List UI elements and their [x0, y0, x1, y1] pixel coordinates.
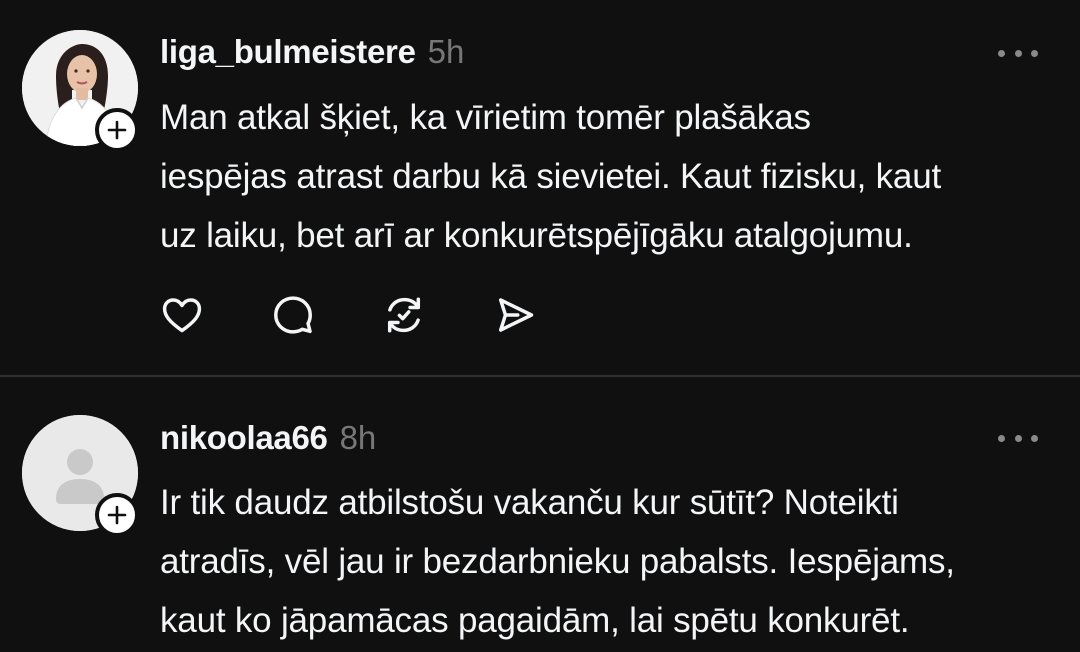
post-text-line: atradīs, vēl jau ir bezdarbnieku pabalst… — [160, 542, 955, 581]
share-button[interactable] — [491, 291, 539, 339]
repost-button[interactable] — [380, 291, 428, 339]
post-item: liga_bulmeistere 5h Man atkal šķiet, ka … — [0, 0, 1080, 376]
more-options-icon[interactable] — [998, 43, 1038, 63]
plus-icon — [107, 120, 127, 140]
comment-icon — [274, 296, 312, 334]
like-button[interactable] — [158, 291, 206, 339]
follow-button[interactable] — [95, 493, 139, 537]
comment-button[interactable] — [269, 291, 317, 339]
follow-button[interactable] — [95, 108, 139, 152]
post-item: nikoolaa66 8h Ir tik daudz atbilstošu va… — [0, 377, 1080, 652]
share-icon — [498, 298, 534, 332]
repost-icon — [387, 297, 421, 333]
post-timestamp: 8h — [339, 419, 377, 456]
post-text: Ir tik daudz atbilstošu vakanču kur sūtī… — [160, 473, 1060, 650]
username-link[interactable]: liga_bulmeistere — [160, 33, 416, 71]
username-link[interactable]: nikoolaa66 — [160, 419, 328, 457]
post-header: nikoolaa66 8h — [160, 419, 376, 457]
heart-icon — [162, 298, 202, 333]
post-actions — [158, 291, 602, 339]
post-text-line: uz laiku, bet arī ar konkurētspējīgāku a… — [160, 216, 913, 255]
post-text: Man atkal šķiet, ka vīrietim tomēr plašā… — [160, 88, 1060, 265]
plus-icon — [107, 505, 127, 525]
post-text-line: Ir tik daudz atbilstošu vakanču kur sūtī… — [160, 483, 899, 522]
post-header: liga_bulmeistere 5h — [160, 33, 464, 71]
post-text-line: kaut ko jāpamācas pagaidām, lai spētu ko… — [160, 601, 910, 640]
post-text-line: iespējas atrast darbu kā sievietei. Kaut… — [160, 157, 941, 196]
post-text-line: Man atkal šķiet, ka vīrietim tomēr plašā… — [160, 98, 811, 137]
more-options-icon[interactable] — [998, 428, 1038, 448]
post-timestamp: 5h — [427, 33, 465, 70]
